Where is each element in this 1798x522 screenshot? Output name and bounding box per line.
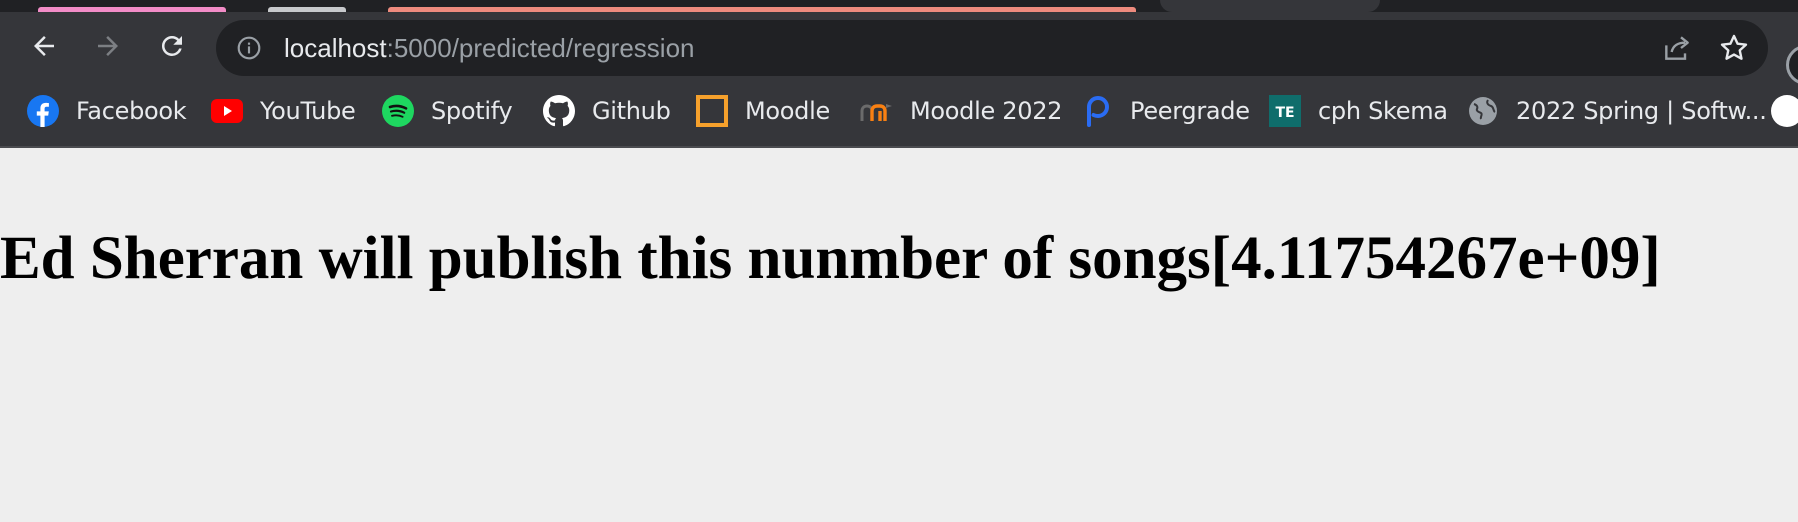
bookmark-cph-skema[interactable]: TE cph Skema: [1268, 90, 1448, 132]
bookmark-2022-spring[interactable]: 2022 Spring | Softw...: [1466, 90, 1767, 132]
site-info-icon: [237, 36, 261, 60]
svg-text:TE: TE: [1275, 105, 1294, 121]
bookmark-label: Facebook: [76, 97, 187, 125]
youtube-icon: [210, 94, 244, 128]
url-path: :5000/predicted/regression: [386, 33, 695, 63]
te-icon: TE: [1268, 94, 1302, 128]
bookmark-star-button[interactable]: [1718, 32, 1750, 64]
globe-icon: [1466, 94, 1500, 128]
moodle-square-icon: [695, 94, 729, 128]
back-button[interactable]: [24, 26, 64, 66]
peergrade-icon: [1080, 94, 1114, 128]
bookmark-label: 2022 Spring | Softw...: [1516, 97, 1767, 125]
reload-icon: [161, 35, 182, 56]
bookmark-overflow-github[interactable]: [1770, 90, 1798, 132]
browser-chrome: localhost:5000/predicted/regression Face…: [0, 0, 1798, 148]
forward-button[interactable]: [88, 26, 128, 66]
tab[interactable]: [38, 7, 226, 12]
navigation-bar: localhost:5000/predicted/regression: [0, 18, 1798, 85]
prediction-heading: Ed Sherran will publish this nunmber of …: [0, 225, 1661, 292]
bookmark-youtube[interactable]: YouTube: [210, 90, 356, 132]
bookmark-spotify[interactable]: Spotify: [381, 90, 513, 132]
url-text[interactable]: localhost:5000/predicted/regression: [284, 32, 695, 64]
page-content: Ed Sherran will publish this nunmber of …: [0, 148, 1798, 522]
star-icon: [1720, 34, 1748, 60]
url-host: localhost: [284, 33, 387, 63]
bookmark-label: YouTube: [260, 97, 356, 125]
address-bar[interactable]: localhost:5000/predicted/regression: [216, 20, 1768, 76]
active-tab[interactable]: [1160, 0, 1380, 12]
bookmark-label: cph Skema: [1318, 97, 1448, 125]
share-icon: [1665, 36, 1689, 60]
bookmark-label: Spotify: [431, 97, 513, 125]
bookmark-peergrade[interactable]: Peergrade: [1080, 90, 1250, 132]
bookmark-moodle[interactable]: Moodle: [695, 90, 830, 132]
bookmark-label: Github: [592, 97, 671, 125]
github-icon: [542, 94, 576, 128]
moodle-logo-icon: [860, 94, 894, 128]
spotify-icon: [381, 94, 415, 128]
bookmark-label: Moodle 2022: [910, 97, 1063, 125]
bookmark-label: Peergrade: [1130, 97, 1250, 125]
bookmark-moodle-2022[interactable]: Moodle 2022: [860, 90, 1062, 132]
back-arrow-icon: [34, 36, 54, 56]
site-info-button[interactable]: [236, 35, 262, 61]
profile-avatar[interactable]: [1786, 45, 1798, 85]
facebook-icon: [26, 94, 60, 128]
tab-strip: [0, 0, 1798, 12]
bookmark-github[interactable]: Github: [542, 90, 671, 132]
github-icon: [1770, 94, 1798, 128]
tab[interactable]: [268, 7, 346, 12]
bookmarks-bar: Facebook YouTube Spotify Github Moodle M…: [0, 90, 1798, 132]
bookmark-facebook[interactable]: Facebook: [26, 90, 187, 132]
forward-arrow-icon: [98, 36, 118, 56]
tab[interactable]: [388, 7, 1136, 12]
share-button[interactable]: [1660, 32, 1694, 64]
bookmark-label: Moodle: [745, 97, 830, 125]
reload-button[interactable]: [152, 26, 192, 66]
